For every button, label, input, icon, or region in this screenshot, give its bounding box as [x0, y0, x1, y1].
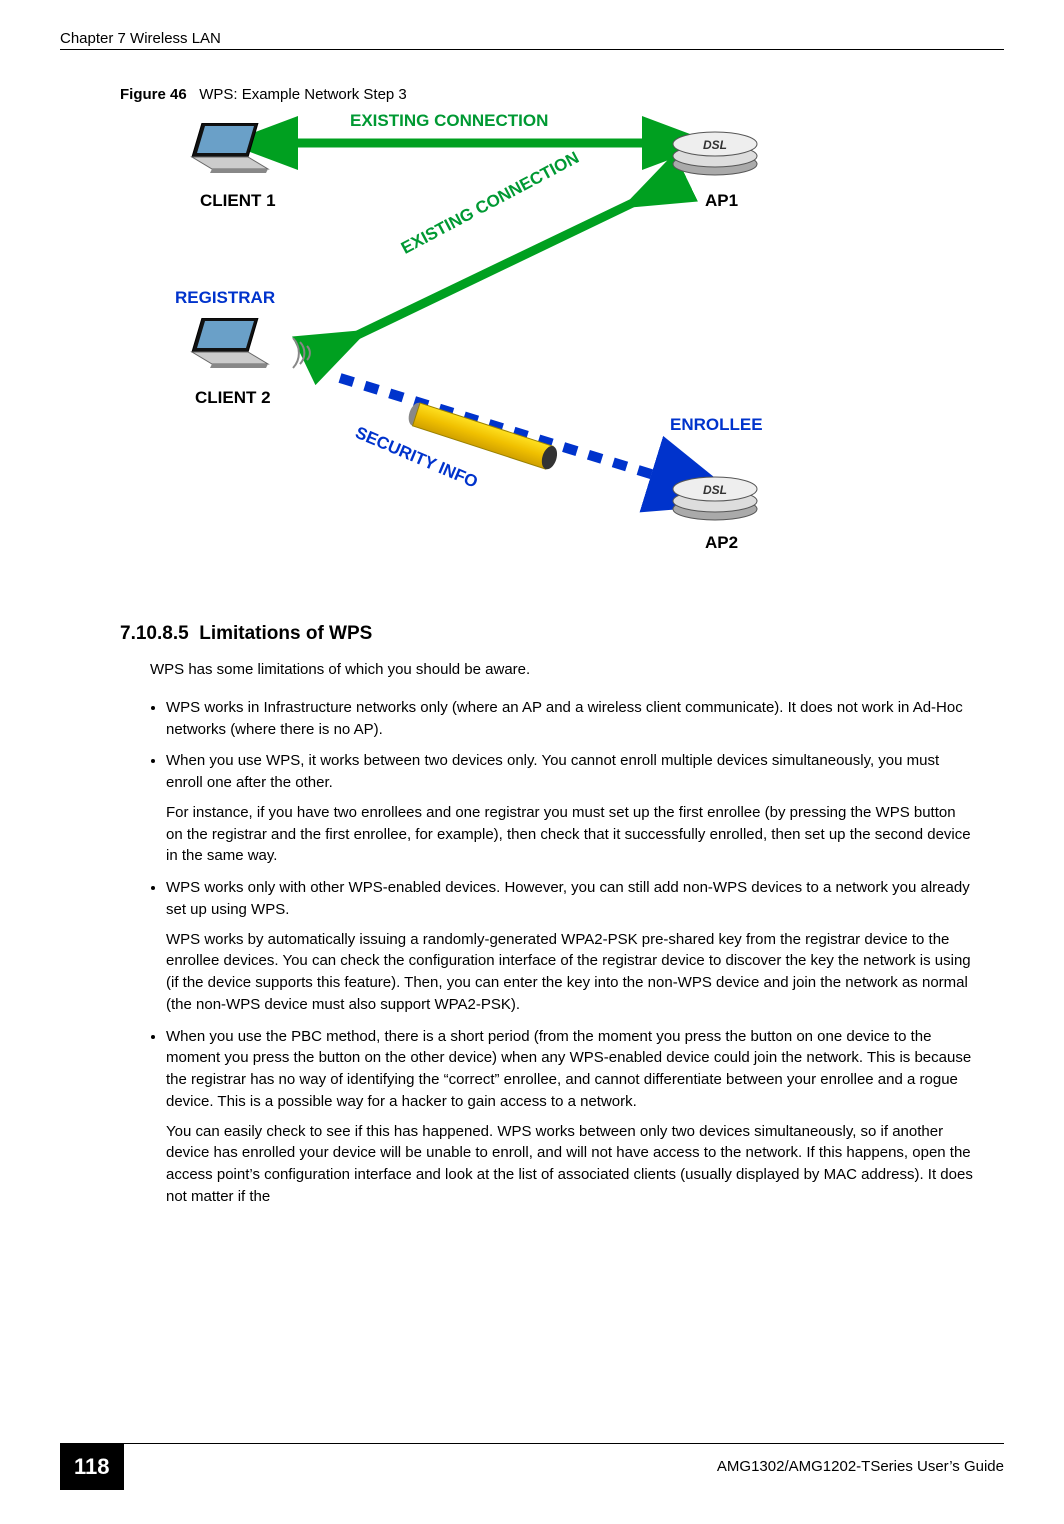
bullet-main: WPS works only with other WPS-enabled de…	[166, 879, 970, 918]
bullet-main: WPS works in Infrastructure networks onl…	[166, 699, 963, 738]
router-icon: DSL	[670, 128, 760, 176]
label-security-info: SECURITY INFO	[352, 423, 480, 493]
label-existing-connection: EXISTING CONNECTION	[350, 111, 548, 131]
bullet-sub: For instance, if you have two enrollees …	[166, 802, 974, 867]
page-footer: 118 AMG1302/AMG1202-TSeries User’s Guide	[60, 1443, 1004, 1490]
bullet-list: WPS works in Infrastructure networks onl…	[166, 697, 974, 1208]
section-heading: 7.10.8.5 Limitations of WPS	[120, 623, 1004, 645]
label-existing-connection-2: EXISTING CONNECTION	[398, 148, 583, 259]
label-client1: CLIENT 1	[200, 191, 276, 211]
page-header: Chapter 7 Wireless LAN	[60, 30, 1004, 50]
bullet-main: When you use WPS, it works between two d…	[166, 752, 939, 791]
chapter-title: Chapter 7 Wireless LAN	[60, 30, 221, 47]
label-registrar: REGISTRAR	[175, 288, 275, 308]
list-item: When you use the PBC method, there is a …	[166, 1026, 974, 1208]
svg-text:DSL: DSL	[703, 138, 727, 152]
svg-text:DSL: DSL	[703, 483, 727, 497]
label-client2: CLIENT 2	[195, 388, 271, 408]
wifi-icon	[278, 328, 328, 378]
section-title: Limitations of WPS	[199, 623, 372, 644]
figure-caption: Figure 46 WPS: Example Network Step 3	[120, 86, 1004, 103]
figure-label: Figure 46	[120, 86, 187, 103]
body-intro: WPS has some limitations of which you sh…	[150, 659, 1004, 681]
page-number: 118	[60, 1444, 124, 1490]
figure-title: WPS: Example Network Step 3	[199, 86, 407, 103]
label-ap1: AP1	[705, 191, 738, 211]
list-item: WPS works only with other WPS-enabled de…	[166, 877, 974, 1016]
bullet-sub: WPS works by automatically issuing a ran…	[166, 929, 974, 1016]
router-icon: DSL	[670, 473, 760, 521]
figure-diagram: DSL DSL	[160, 113, 800, 593]
laptop-icon	[190, 318, 270, 373]
bullet-main: When you use the PBC method, there is a …	[166, 1028, 971, 1110]
section-number: 7.10.8.5	[120, 623, 189, 644]
list-item: When you use WPS, it works between two d…	[166, 750, 974, 867]
label-ap2: AP2	[705, 533, 738, 553]
bullet-sub: You can easily check to see if this has …	[166, 1121, 974, 1208]
laptop-icon	[190, 123, 270, 178]
list-item: WPS works in Infrastructure networks onl…	[166, 697, 974, 741]
footer-doc-title: AMG1302/AMG1202-TSeries User’s Guide	[717, 1448, 1004, 1475]
label-enrollee: ENROLLEE	[670, 415, 763, 435]
